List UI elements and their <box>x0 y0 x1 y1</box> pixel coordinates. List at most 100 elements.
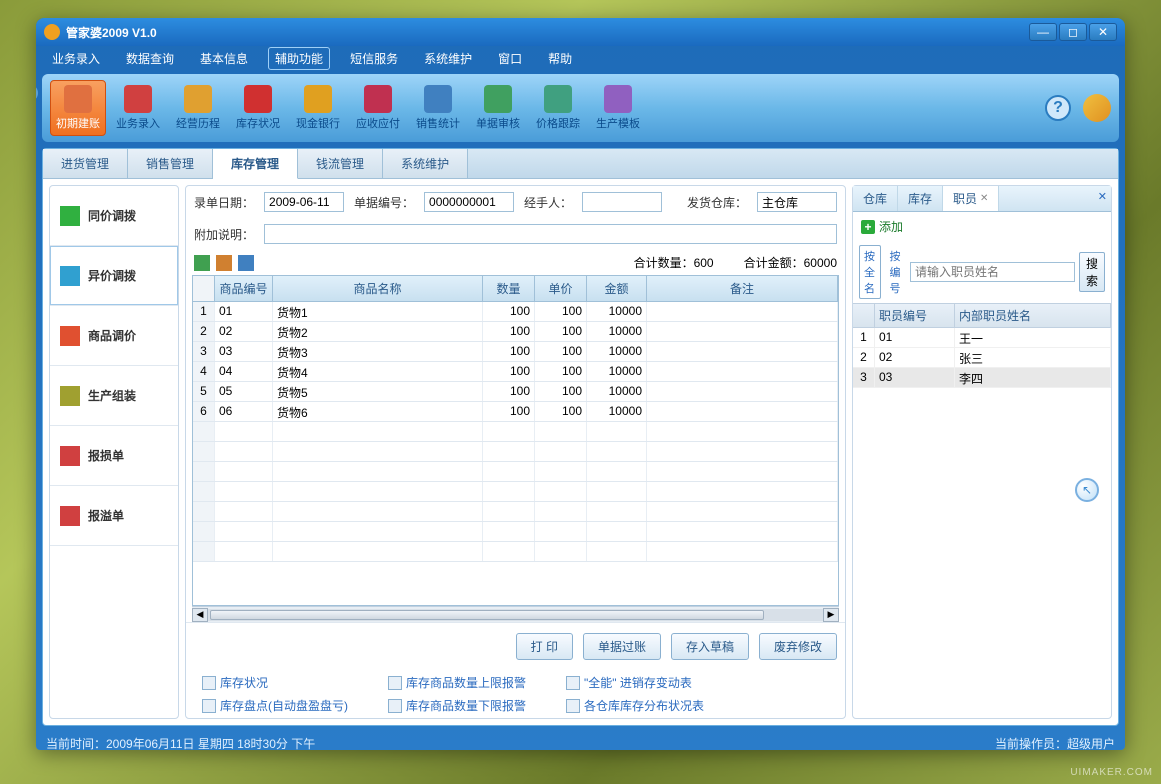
col-code[interactable]: 商品编号 <box>215 276 273 301</box>
table-row-empty[interactable] <box>193 442 838 462</box>
add-button[interactable]: + 添加 <box>853 212 1111 241</box>
main-tab-0[interactable]: 进货管理 <box>43 149 128 178</box>
search-button[interactable]: 搜索 <box>1079 252 1105 292</box>
table-row[interactable]: 303货物310010010000 <box>193 342 838 362</box>
scroll-right-icon[interactable]: ▶ <box>823 608 839 622</box>
col-note[interactable]: 备注 <box>647 276 838 301</box>
table-row-empty[interactable] <box>193 502 838 522</box>
help-icon[interactable]: ? <box>1045 95 1071 121</box>
print-button[interactable]: 打 印 <box>516 633 573 660</box>
tool-9[interactable]: 生产模板 <box>590 80 646 136</box>
sidebar-item-2[interactable]: 商品调价 <box>50 306 178 366</box>
post-button[interactable]: 单据过账 <box>583 633 661 660</box>
quick-link[interactable]: "全能" 进销存变动表 <box>566 674 704 691</box>
date-input[interactable] <box>264 192 344 212</box>
titlebar[interactable]: 管家婆2009 V1.0 — ◻ ✕ <box>36 18 1125 46</box>
tool-8[interactable]: 价格跟踪 <box>530 80 586 136</box>
by-code-toggle[interactable]: 按编号 <box>885 246 905 298</box>
menu-6[interactable]: 窗口 <box>492 48 528 69</box>
tool-1[interactable]: 业务录入 <box>110 80 166 136</box>
col-index[interactable] <box>193 276 215 301</box>
menu-4[interactable]: 短信服务 <box>344 48 404 69</box>
quick-link[interactable]: 库存商品数量上限报警 <box>388 674 526 691</box>
arrow-up-icon[interactable]: ↖ <box>1075 478 1099 502</box>
menu-1[interactable]: 数据查询 <box>120 48 180 69</box>
pen-icon[interactable] <box>1083 94 1111 122</box>
menu-0[interactable]: 业务录入 <box>46 48 106 69</box>
col-price[interactable]: 单价 <box>535 276 587 301</box>
tool-6[interactable]: 销售统计 <box>410 80 466 136</box>
collapse-toolbar-icon[interactable]: ▲ <box>36 84 38 102</box>
quick-link[interactable]: 各仓库库存分布状况表 <box>566 697 704 714</box>
warehouse-input[interactable] <box>757 192 837 212</box>
employee-row[interactable]: 303李四 <box>853 368 1111 388</box>
sidebar-item-0[interactable]: 同价调拨 <box>50 186 178 246</box>
horizontal-scrollbar[interactable]: ◀ ▶ <box>192 606 839 622</box>
table-row[interactable]: 505货物510010010000 <box>193 382 838 402</box>
table-row[interactable]: 606货物610010010000 <box>193 402 838 422</box>
panel-close-icon[interactable]: ✕ <box>1098 190 1107 203</box>
tool-0[interactable]: 初期建账 <box>50 80 106 136</box>
building-icon[interactable] <box>194 255 210 271</box>
main-tab-2[interactable]: 库存管理 <box>213 149 298 179</box>
minimize-button[interactable]: — <box>1029 23 1057 41</box>
discard-button[interactable]: 废弃修改 <box>759 633 837 660</box>
col-name[interactable]: 商品名称 <box>273 276 483 301</box>
table-row[interactable]: 101货物110010010000 <box>193 302 838 322</box>
note-input[interactable] <box>264 224 837 244</box>
scroll-thumb[interactable] <box>210 610 764 620</box>
panel-tab-2[interactable]: 职员✕ <box>943 186 999 211</box>
main-tab-4[interactable]: 系统维护 <box>383 149 468 178</box>
tool-4[interactable]: 现金银行 <box>290 80 346 136</box>
grid-body[interactable]: 101货物110010010000202货物210010010000303货物3… <box>193 302 838 605</box>
table-row-empty[interactable] <box>193 482 838 502</box>
handler-input[interactable] <box>582 192 662 212</box>
tool-2[interactable]: 经营历程 <box>170 80 226 136</box>
table-row-empty[interactable] <box>193 542 838 562</box>
doc-input[interactable] <box>424 192 514 212</box>
menu-2[interactable]: 基本信息 <box>194 48 254 69</box>
scroll-left-icon[interactable]: ◀ <box>192 608 208 622</box>
table-row-empty[interactable] <box>193 422 838 442</box>
emp-col-name[interactable]: 内部职员姓名 <box>955 304 1111 327</box>
panel-tab-1[interactable]: 库存 <box>898 186 943 211</box>
employee-row[interactable]: 101王一 <box>853 328 1111 348</box>
window-title: 管家婆2009 V1.0 <box>66 24 1029 41</box>
calc-icon[interactable] <box>216 255 232 271</box>
person-icon[interactable] <box>238 255 254 271</box>
panel-tab-0[interactable]: 仓库 <box>853 186 898 211</box>
col-amt[interactable]: 金额 <box>587 276 647 301</box>
sidebar-item-3[interactable]: 生产组装 <box>50 366 178 426</box>
draft-button[interactable]: 存入草稿 <box>671 633 749 660</box>
menu-7[interactable]: 帮助 <box>542 48 578 69</box>
table-row-empty[interactable] <box>193 522 838 542</box>
quick-link[interactable]: 库存商品数量下限报警 <box>388 697 526 714</box>
sidebar-icon-3 <box>60 386 80 406</box>
table-row[interactable]: 202货物210010010000 <box>193 322 838 342</box>
col-qty[interactable]: 数量 <box>483 276 535 301</box>
menu-5[interactable]: 系统维护 <box>418 48 478 69</box>
emp-col-idx[interactable] <box>853 304 875 327</box>
by-fullname-toggle[interactable]: 按全名 <box>859 245 881 299</box>
close-button[interactable]: ✕ <box>1089 23 1117 41</box>
menu-3[interactable]: 辅助功能 <box>268 47 330 70</box>
employee-row[interactable]: 202张三 <box>853 348 1111 368</box>
maximize-button[interactable]: ◻ <box>1059 23 1087 41</box>
sidebar-item-5[interactable]: 报溢单 <box>50 486 178 546</box>
main-tab-1[interactable]: 销售管理 <box>128 149 213 178</box>
app-logo-icon <box>44 24 60 40</box>
table-row[interactable]: 404货物410010010000 <box>193 362 838 382</box>
tool-5[interactable]: 应收应付 <box>350 80 406 136</box>
table-row-empty[interactable] <box>193 462 838 482</box>
tab-close-icon[interactable]: ✕ <box>980 193 988 204</box>
employee-search-input[interactable] <box>910 262 1075 282</box>
emp-col-code[interactable]: 职员编号 <box>875 304 955 327</box>
sidebar-item-4[interactable]: 报损单 <box>50 426 178 486</box>
sidebar-item-1[interactable]: 异价调拨 <box>50 246 178 306</box>
quick-link[interactable]: 库存状况 <box>202 674 348 691</box>
quick-link[interactable]: 库存盘点(自动盘盈盘亏) <box>202 697 348 714</box>
tool-7[interactable]: 单据审核 <box>470 80 526 136</box>
link-icon <box>566 699 580 713</box>
tool-3[interactable]: 库存状况 <box>230 80 286 136</box>
main-tab-3[interactable]: 钱流管理 <box>298 149 383 178</box>
